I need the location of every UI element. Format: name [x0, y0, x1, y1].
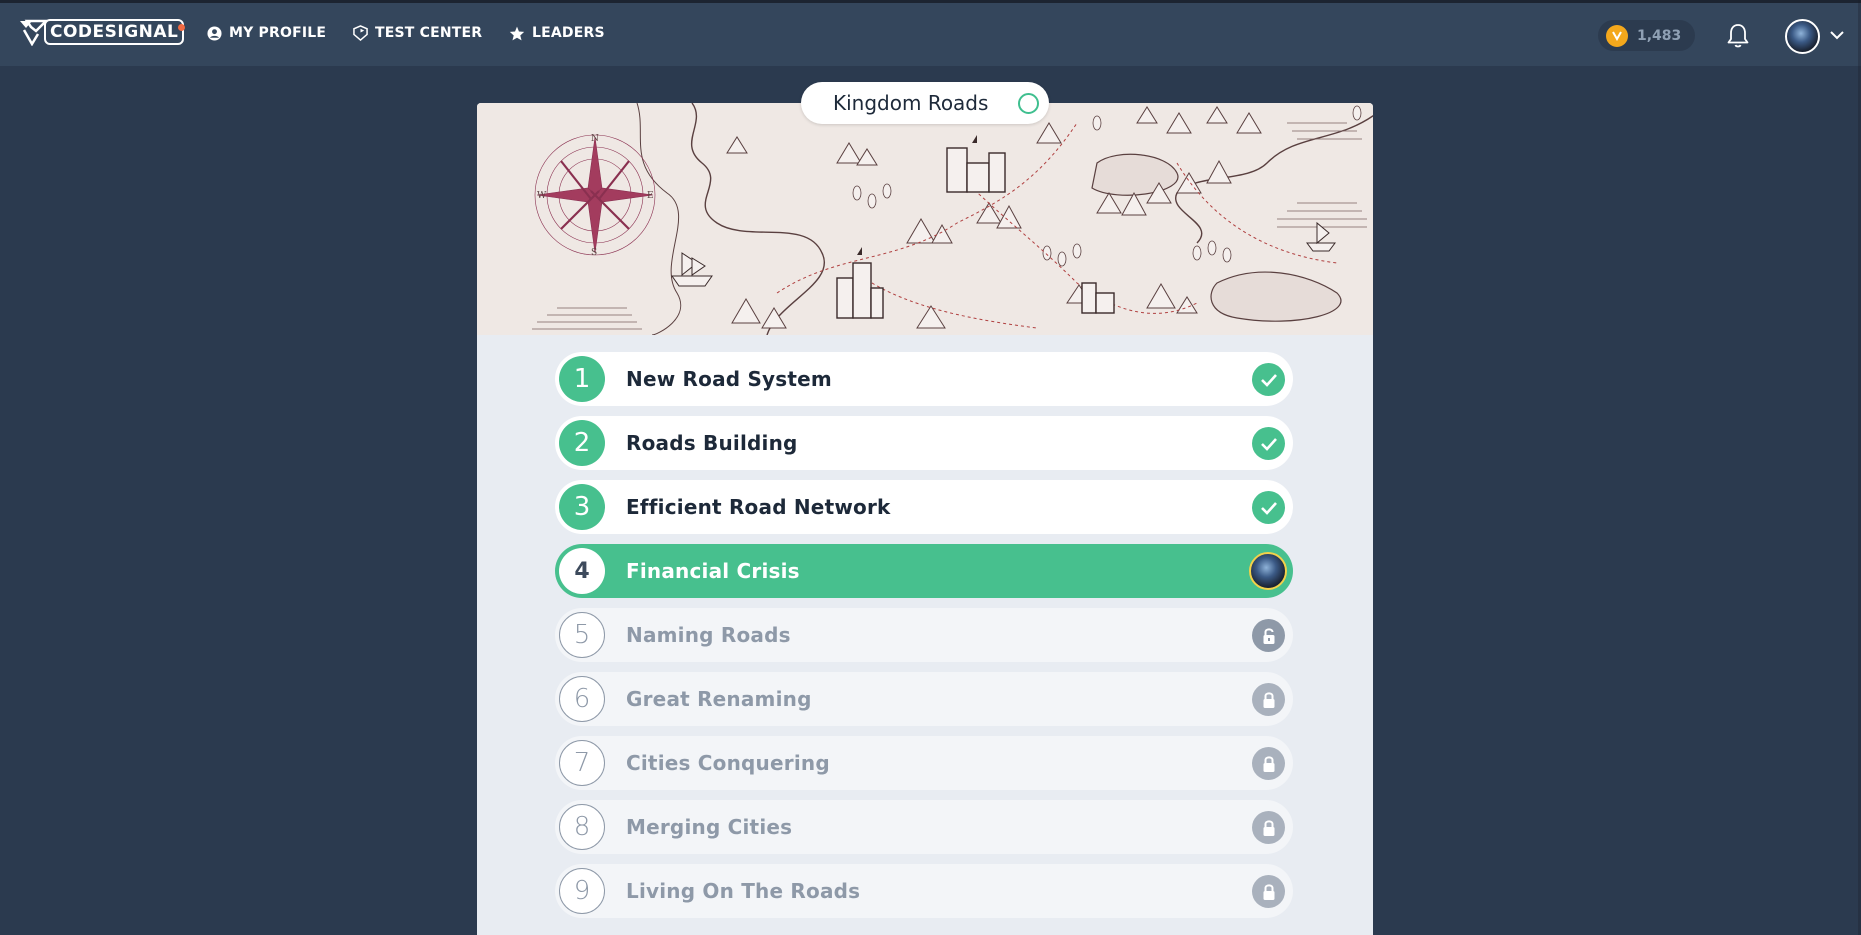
- coins-value: 1,483: [1637, 27, 1682, 44]
- lock-icon: [1252, 747, 1285, 780]
- lock-icon: [1252, 683, 1285, 716]
- coin-icon: [1606, 24, 1628, 47]
- svg-text:S: S: [591, 248, 597, 258]
- task-row-3[interactable]: 3 Efficient Road Network: [555, 480, 1293, 534]
- logo-text: CODESIGNAL: [44, 19, 185, 45]
- task-title: Financial Crisis: [626, 559, 800, 583]
- task-row-5[interactable]: 5 Naming Roads: [555, 608, 1293, 662]
- task-title: Naming Roads: [626, 623, 791, 647]
- task-row-4[interactable]: 4 Financial Crisis: [555, 544, 1293, 598]
- user-avatar-small: [1249, 552, 1287, 590]
- kingdom-map-illustration: N S W E: [477, 103, 1373, 335]
- task-row-6[interactable]: 6 Great Renaming: [555, 672, 1293, 726]
- task-number: 1: [559, 356, 605, 402]
- task-number: 6: [559, 676, 605, 722]
- nav-leaders[interactable]: LEADERS: [509, 25, 605, 41]
- nav-my-profile-label: MY PROFILE: [229, 25, 327, 41]
- task-number: 2: [559, 420, 605, 466]
- bell-icon[interactable]: [1726, 23, 1750, 49]
- lock-icon: [1252, 875, 1285, 908]
- user-circle-icon: [207, 25, 222, 41]
- nav-test-center-label: TEST CENTER: [375, 25, 483, 41]
- course-title-pill: Kingdom Roads: [801, 82, 1049, 124]
- checkmark-icon: [1252, 491, 1285, 524]
- codesignal-logo[interactable]: CODESIGNAL: [18, 18, 185, 46]
- task-number: 8: [559, 804, 605, 850]
- nav-my-profile[interactable]: MY PROFILE: [207, 25, 326, 41]
- nav-leaders-label: LEADERS: [532, 25, 605, 41]
- unlock-icon: [1252, 619, 1285, 652]
- task-title: Great Renaming: [626, 687, 812, 711]
- task-number: 9: [559, 868, 605, 914]
- map-drawing: N S W E: [477, 103, 1373, 335]
- task-row-7[interactable]: 7 Cities Conquering: [555, 736, 1293, 790]
- user-avatar[interactable]: [1785, 19, 1820, 54]
- task-row-9[interactable]: 9 Living On The Roads: [555, 864, 1293, 918]
- coins-counter[interactable]: 1,483: [1598, 20, 1695, 51]
- task-title: Merging Cities: [626, 815, 793, 839]
- task-row-2[interactable]: 2 Roads Building: [555, 416, 1293, 470]
- svg-text:W: W: [537, 191, 547, 201]
- checkmark-icon: [1252, 427, 1285, 460]
- checkmark-icon: [1252, 363, 1285, 396]
- top-navbar: CODESIGNAL MY PROFILE TEST CENTER LEADER…: [0, 3, 1861, 66]
- course-title: Kingdom Roads: [833, 91, 989, 115]
- chevron-down-icon[interactable]: [1829, 30, 1845, 40]
- task-title: Efficient Road Network: [626, 495, 891, 519]
- star-icon: [509, 26, 525, 40]
- task-title: Roads Building: [626, 431, 798, 455]
- svg-text:E: E: [647, 191, 654, 201]
- nav-test-center[interactable]: TEST CENTER: [353, 25, 482, 41]
- task-row-8[interactable]: 8 Merging Cities: [555, 800, 1293, 854]
- task-title: New Road System: [626, 367, 832, 391]
- task-title: Living On The Roads: [626, 879, 861, 903]
- notification-dot: [178, 24, 185, 31]
- task-title: Cities Conquering: [626, 751, 830, 775]
- task-number: 7: [559, 740, 605, 786]
- svg-text:N: N: [591, 134, 599, 144]
- shield-icon: [353, 25, 368, 41]
- task-number: 3: [559, 484, 605, 530]
- task-row-1[interactable]: 1 New Road System: [555, 352, 1293, 406]
- task-number: 5: [559, 612, 605, 658]
- task-number: 4: [559, 548, 605, 594]
- lock-icon: [1252, 811, 1285, 844]
- progress-ring-icon: [1018, 93, 1039, 114]
